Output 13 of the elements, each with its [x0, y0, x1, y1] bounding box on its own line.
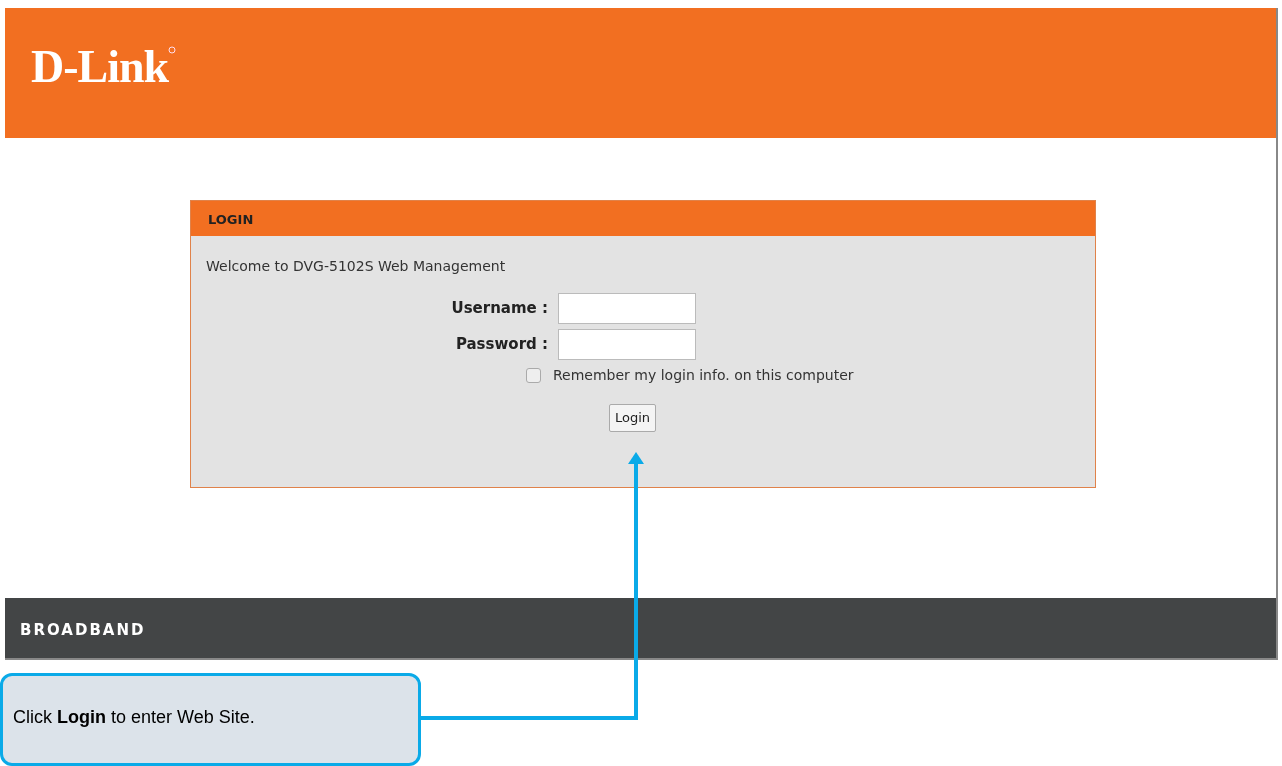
remember-checkbox[interactable] — [526, 368, 541, 383]
field-label: Password : — [455, 334, 548, 356]
username-field[interactable] — [558, 293, 696, 324]
password-field[interactable] — [558, 329, 696, 360]
callout-note: Click Login to enter Web Site. — [0, 673, 421, 766]
brand-logo: D-Link — [31, 41, 169, 92]
footer-brand: BROADBAND — [20, 621, 146, 639]
welcome-text: Welcome to DVG-5102S Web Management — [205, 257, 507, 276]
remember-label: Remember my login info. on this computer — [553, 366, 854, 385]
registered-mark-icon — [168, 46, 177, 54]
field-label: Username : — [451, 298, 548, 320]
login-button[interactable]: Login — [609, 404, 657, 432]
panel-title: LOGIN — [191, 201, 1095, 236]
